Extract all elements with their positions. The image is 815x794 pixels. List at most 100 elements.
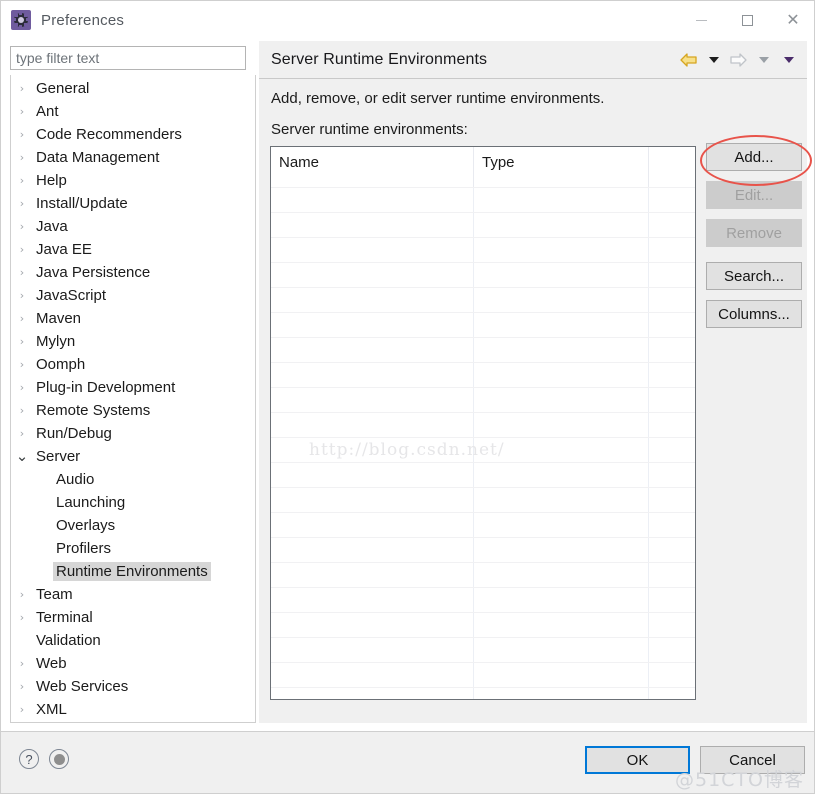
table-row[interactable]: [271, 437, 695, 462]
chevron-right-icon[interactable]: ›: [11, 704, 33, 715]
table-row[interactable]: [271, 212, 695, 237]
chevron-right-icon[interactable]: ›: [11, 681, 33, 692]
back-history-button[interactable]: [703, 49, 724, 71]
close-button[interactable]: ✕: [770, 1, 814, 39]
chevron-right-icon[interactable]: ›: [11, 612, 33, 623]
chevron-right-icon[interactable]: ›: [11, 83, 33, 94]
chevron-right-icon[interactable]: ›: [11, 428, 33, 439]
tree-item-launching[interactable]: Launching: [11, 491, 255, 514]
chevron-right-icon[interactable]: ›: [11, 336, 33, 347]
chevron-right-icon[interactable]: ›: [11, 198, 33, 209]
tree-item-oomph[interactable]: › Oomph: [11, 353, 255, 376]
tree-item-install-update[interactable]: › Install/Update: [11, 192, 255, 215]
tree-item-help[interactable]: › Help: [11, 169, 255, 192]
tree-item-label: Web Services: [36, 678, 129, 695]
table-row[interactable]: [271, 312, 695, 337]
chevron-right-icon[interactable]: ›: [11, 359, 33, 370]
table-row[interactable]: [271, 612, 695, 637]
tree-item-java-ee[interactable]: › Java EE: [11, 238, 255, 261]
maximize-button[interactable]: [724, 1, 770, 39]
column-header-extra[interactable]: [649, 147, 695, 187]
table-row[interactable]: [271, 187, 695, 212]
tree-item-maven[interactable]: › Maven: [11, 307, 255, 330]
tree-item-data-management[interactable]: › Data Management: [11, 146, 255, 169]
chevron-right-icon[interactable]: ›: [11, 175, 33, 186]
table-row[interactable]: [271, 262, 695, 287]
tree-item-xml[interactable]: › XML: [11, 698, 255, 721]
tree-item-server[interactable]: ⌄ Server: [11, 445, 255, 468]
search-button[interactable]: Search...: [706, 262, 802, 290]
table-cell: [474, 213, 649, 237]
table-cell: [649, 688, 695, 699]
chevron-right-icon[interactable]: ›: [11, 382, 33, 393]
chevron-right-icon[interactable]: ›: [11, 658, 33, 669]
tree-item-label: Launching: [56, 494, 126, 511]
tree-item-ant[interactable]: › Ant: [11, 100, 255, 123]
view-menu-button[interactable]: [778, 49, 799, 71]
tree-item-runtime-environments[interactable]: Runtime Environments: [11, 560, 255, 583]
table-row[interactable]: [271, 587, 695, 612]
apply-circle-icon[interactable]: [49, 749, 69, 769]
table-row[interactable]: [271, 562, 695, 587]
columns-button[interactable]: Columns...: [706, 300, 802, 328]
page-description: Add, remove, or edit server runtime envi…: [271, 90, 605, 107]
table-row[interactable]: [271, 512, 695, 537]
tree-item-web[interactable]: › Web: [11, 652, 255, 675]
chevron-right-icon[interactable]: ›: [11, 290, 33, 301]
table-row[interactable]: [271, 237, 695, 262]
table-row[interactable]: [271, 287, 695, 312]
help-question-icon[interactable]: ?: [19, 749, 39, 769]
tree-item-mylyn[interactable]: › Mylyn: [11, 330, 255, 353]
chevron-right-icon[interactable]: ›: [11, 244, 33, 255]
table-row[interactable]: [271, 387, 695, 412]
tree-item-audio[interactable]: Audio: [11, 468, 255, 491]
table-row[interactable]: [271, 687, 695, 699]
chevron-right-icon[interactable]: ›: [11, 152, 33, 163]
table-cell: [474, 238, 649, 262]
back-button[interactable]: [678, 49, 699, 71]
table-row[interactable]: [271, 537, 695, 562]
tree-item-javascript[interactable]: › JavaScript: [11, 284, 255, 307]
column-header-type[interactable]: Type: [474, 147, 649, 187]
chevron-right-icon[interactable]: ›: [11, 589, 33, 600]
chevron-right-icon[interactable]: ›: [11, 221, 33, 232]
minimize-button[interactable]: [678, 1, 724, 39]
tree-item-web-services[interactable]: › Web Services: [11, 675, 255, 698]
cancel-button[interactable]: Cancel: [700, 746, 805, 774]
preferences-tree-panel[interactable]: › General › Ant › Code Recommenders › Data Mana…: [10, 75, 256, 723]
forward-button[interactable]: [728, 49, 749, 71]
table-row[interactable]: [271, 462, 695, 487]
chevron-right-icon[interactable]: ›: [11, 129, 33, 140]
tree-item-validation[interactable]: Validation: [11, 629, 255, 652]
tree-item-profilers[interactable]: Profilers: [11, 537, 255, 560]
table-row[interactable]: [271, 362, 695, 387]
table-cell: [474, 413, 649, 437]
chevron-right-icon[interactable]: ›: [11, 106, 33, 117]
tree-item-code-recommenders[interactable]: › Code Recommenders: [11, 123, 255, 146]
chevron-right-icon[interactable]: ›: [11, 405, 33, 416]
chevron-down-icon[interactable]: ⌄: [11, 449, 33, 464]
table-row[interactable]: [271, 487, 695, 512]
tree-item-team[interactable]: › Team: [11, 583, 255, 606]
table-row[interactable]: [271, 662, 695, 687]
tree-item-run-debug[interactable]: › Run/Debug: [11, 422, 255, 445]
filter-input[interactable]: [10, 46, 246, 70]
ok-button[interactable]: OK: [585, 746, 690, 774]
chevron-right-icon[interactable]: ›: [11, 267, 33, 278]
table-row[interactable]: [271, 637, 695, 662]
table-row[interactable]: [271, 412, 695, 437]
tree-item-remote-systems[interactable]: › Remote Systems: [11, 399, 255, 422]
table-row[interactable]: [271, 337, 695, 362]
runtime-environments-table[interactable]: Name Type http://blog.csdn.net/: [270, 146, 696, 700]
column-header-name[interactable]: Name: [271, 147, 474, 187]
table-cell: [474, 438, 649, 462]
tree-item-general[interactable]: › General: [11, 77, 255, 100]
chevron-right-icon[interactable]: ›: [11, 313, 33, 324]
forward-history-button[interactable]: [753, 49, 774, 71]
tree-item-plug-in-development[interactable]: › Plug-in Development: [11, 376, 255, 399]
add-button[interactable]: Add...: [706, 143, 802, 171]
tree-item-java[interactable]: › Java: [11, 215, 255, 238]
tree-item-overlays[interactable]: Overlays: [11, 514, 255, 537]
tree-item-java-persistence[interactable]: › Java Persistence: [11, 261, 255, 284]
tree-item-terminal[interactable]: › Terminal: [11, 606, 255, 629]
